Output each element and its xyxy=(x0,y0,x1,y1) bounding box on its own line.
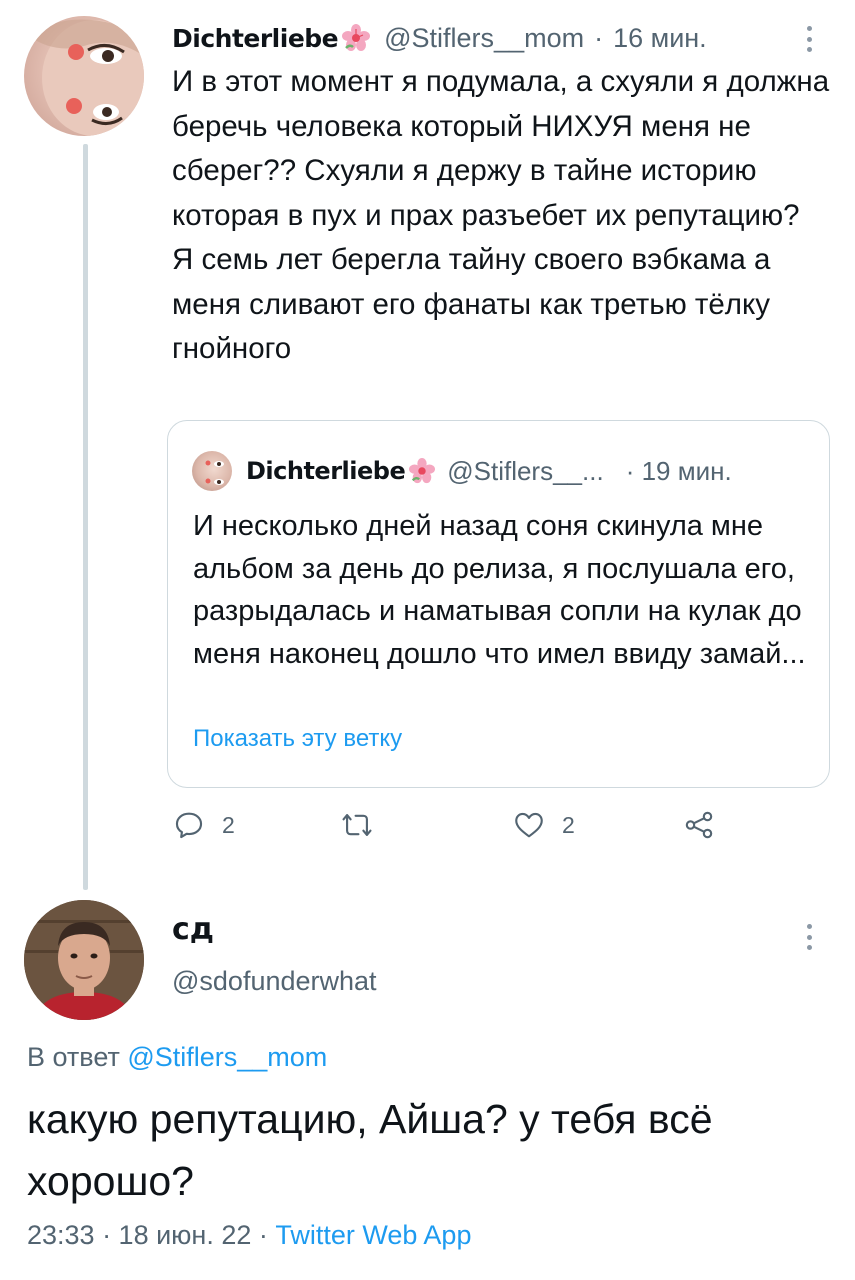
thread-connector-line xyxy=(83,144,88,890)
reply-to-handle-link[interactable]: @Stiflers__mom xyxy=(127,1042,327,1072)
quoted-author-handle: @Stiflers__... xyxy=(447,455,604,486)
more-options-icon[interactable] xyxy=(806,924,812,950)
quoted-tweet[interactable]: Dichterliebe @Stiflers__... · 19 мин. И … xyxy=(167,420,830,788)
like-button[interactable]: 2 xyxy=(512,808,575,842)
show-thread-link[interactable]: Показать эту ветку xyxy=(193,725,402,753)
flower-emoji-icon xyxy=(409,458,436,484)
reply-count: 2 xyxy=(222,811,235,838)
avatar-portrait-icon xyxy=(24,900,144,1020)
author-avatar[interactable] xyxy=(24,900,144,1020)
avatar-portrait-icon xyxy=(29,16,144,136)
tweet-actions: 2 2 xyxy=(172,808,772,852)
heart-icon xyxy=(515,812,543,838)
more-options-icon[interactable] xyxy=(806,26,812,52)
tweet-metadata: 23:33 · 18 июн. 22 · Twitter Web App xyxy=(27,1220,471,1251)
tweet-header: Dichterliebe @Stiflers__mom · 16 мин. xyxy=(172,18,707,58)
separator-dot: · xyxy=(594,22,604,53)
tweet-timestamp[interactable]: 23:33 · 18 июн. 22 · xyxy=(27,1220,275,1250)
author-handle[interactable]: @sdofunderwhat xyxy=(172,966,377,997)
author-avatar[interactable] xyxy=(24,16,144,136)
author-handle[interactable]: @Stiflers__mom xyxy=(384,23,584,54)
reply-context: В ответ @Stiflers__mom xyxy=(27,1042,327,1073)
share-button[interactable] xyxy=(682,808,716,842)
main-tweet: сд @sdofunderwhat В ответ @Stiflers__mom… xyxy=(0,890,855,1280)
reply-icon xyxy=(175,812,203,839)
quoted-tweet-header: Dichterliebe @Stiflers__... · 19 мин. xyxy=(246,449,732,493)
quoted-tweet-text: И несколько дней назад соня скинула мне … xyxy=(193,510,806,670)
tweet-time[interactable]: 16 мин. xyxy=(613,23,707,54)
share-icon xyxy=(685,811,713,839)
tweet-text: И в этот момент я подумала, а схуяли я д… xyxy=(172,65,830,365)
thread-tweet[interactable]: Dichterliebe @Stiflers__mom · 16 мин. И … xyxy=(0,0,855,890)
quoted-author-avatar xyxy=(192,451,232,491)
avatar-portrait-icon xyxy=(205,460,224,485)
tweet-text: какую репутацию, Айша? у тебя всё хорошо… xyxy=(27,1096,713,1204)
retweet-icon xyxy=(342,814,372,836)
retweet-button[interactable] xyxy=(340,808,374,842)
quoted-author-display-name: Dichterliebe xyxy=(246,457,406,485)
reply-prefix: В ответ xyxy=(27,1042,120,1072)
author-display-name[interactable]: Dichterliebe xyxy=(172,24,339,53)
author-display-name[interactable]: сд xyxy=(172,912,214,947)
flower-emoji-icon xyxy=(342,24,371,51)
tweet-source-link[interactable]: Twitter Web App xyxy=(275,1220,471,1250)
quoted-tweet-time: · 19 мин. xyxy=(625,455,732,486)
reply-button[interactable]: 2 xyxy=(172,808,235,842)
like-count: 2 xyxy=(562,811,575,838)
